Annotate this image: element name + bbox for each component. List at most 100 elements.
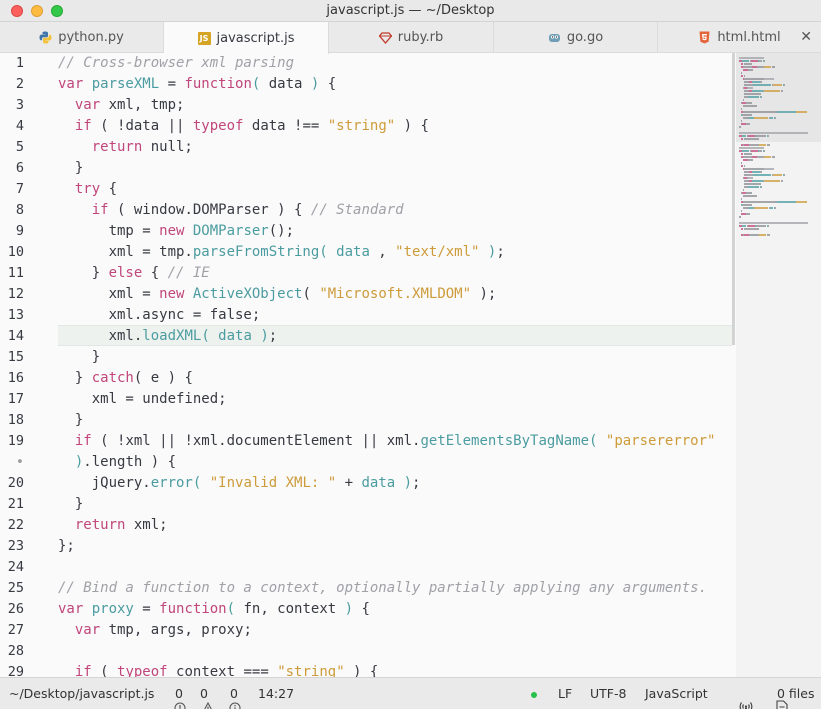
- info-count[interactable]: 0: [230, 686, 238, 701]
- code-line[interactable]: xml = tmp.parseFromString( data , "text/…: [58, 242, 505, 263]
- minimap-line: [742, 189, 744, 191]
- code-token: }: [58, 496, 84, 512]
- code-line[interactable]: xml.async = false;: [58, 305, 261, 326]
- code-line[interactable]: if ( window.DOMParser ) { // Standard: [58, 200, 404, 221]
- minimap-line: [739, 216, 741, 218]
- minimap-line: [741, 60, 749, 62]
- minimap-line: [759, 171, 763, 173]
- line-number: 6: [15, 160, 24, 176]
- minimap-line: [742, 201, 777, 203]
- code-line[interactable]: var proxy = function( fn, context ) {: [58, 599, 370, 620]
- tab-html[interactable]: html.html ✕: [658, 22, 821, 53]
- code-line[interactable]: xml = new ActiveXObject( "Microsoft.XMLD…: [58, 284, 497, 305]
- minimap-line: [741, 150, 749, 152]
- code-line[interactable]: }: [58, 158, 83, 179]
- code-token: }: [58, 160, 84, 176]
- code-line[interactable]: xml.loadXML( data );: [58, 326, 278, 347]
- code-line[interactable]: try {: [58, 179, 117, 200]
- code-line[interactable]: // Bind a function to a context, optiona…: [58, 578, 707, 599]
- line-number: 8: [15, 202, 24, 218]
- minimap-line: [741, 114, 752, 116]
- code-token: (: [589, 433, 606, 449]
- minimap-line: [748, 69, 753, 71]
- minimap-line: [739, 132, 809, 134]
- minimap[interactable]: [736, 53, 821, 677]
- code-line[interactable]: if ( !data || typeof data !== "string" )…: [58, 116, 429, 137]
- tab-javascript[interactable]: JS javascript.js: [164, 22, 329, 54]
- minimap-line: [748, 87, 753, 89]
- minimap-line: [748, 177, 753, 179]
- code-token: ( window.DOMParser ) {: [117, 202, 311, 218]
- minimap-line: [748, 225, 756, 227]
- code-token: xml.async = false;: [58, 307, 261, 323]
- code-token: else: [108, 265, 151, 281]
- line-number: 19: [7, 433, 24, 449]
- minimap-line: [748, 159, 753, 161]
- file-path[interactable]: ~/Desktop/javascript.js: [9, 686, 154, 701]
- code-token: var: [58, 622, 109, 638]
- code-line[interactable]: // Cross-browser xml parsing: [58, 53, 294, 74]
- minimap-line: [776, 201, 795, 203]
- minimap-line: [750, 150, 758, 152]
- line-ending[interactable]: LF: [558, 686, 572, 701]
- code-line[interactable]: if ( !xml || !xml.documentElement || xml…: [58, 431, 716, 452]
- code-line[interactable]: tmp = new DOMParser();: [58, 221, 294, 242]
- minimap-line: [769, 207, 774, 209]
- code-line[interactable]: } else { // IE: [58, 263, 210, 284]
- line-number: 22: [7, 517, 24, 533]
- code-line[interactable]: }: [58, 410, 83, 431]
- minimap-line: [739, 222, 809, 224]
- minimap-line: [740, 198, 742, 200]
- code-line[interactable]: var parseXML = function( data ) {: [58, 74, 336, 95]
- vertical-scrollbar[interactable]: [732, 53, 735, 345]
- line-number: 12: [7, 286, 24, 302]
- code-line[interactable]: } catch( e ) {: [58, 368, 193, 389]
- tab-python[interactable]: python.py: [0, 22, 164, 53]
- code-line[interactable]: if ( typeof context === "string" ) {: [58, 662, 379, 677]
- error-count[interactable]: 0: [175, 686, 183, 701]
- code-token: };: [58, 538, 75, 554]
- code-line[interactable]: };: [58, 536, 75, 557]
- minimap-line: [766, 234, 770, 236]
- code-line[interactable]: }: [58, 347, 100, 368]
- warning-count[interactable]: 0: [200, 686, 208, 701]
- code-line[interactable]: xml = undefined;: [58, 389, 227, 410]
- code-token: // Cross-browser xml parsing: [58, 55, 295, 71]
- code-token: typeof: [117, 664, 177, 677]
- python-icon: [39, 31, 52, 44]
- tab-label: ruby.rb: [397, 30, 444, 45]
- file-encoding[interactable]: UTF-8: [590, 686, 626, 701]
- minimap-line: [739, 57, 765, 59]
- code-line[interactable]: }: [58, 494, 83, 515]
- code-editor[interactable]: // Cross-browser xml parsing var parseXML…: [44, 53, 732, 677]
- cursor-position[interactable]: 14:27: [258, 686, 294, 701]
- minimap-line: [743, 228, 759, 230]
- tab-ruby[interactable]: ruby.rb: [329, 22, 494, 53]
- code-line[interactable]: var tmp, args, proxy;: [58, 620, 252, 641]
- minimap-line: [753, 84, 767, 86]
- code-line[interactable]: var xml, tmp;: [58, 95, 185, 116]
- code-line[interactable]: return null;: [58, 137, 193, 158]
- tab-go[interactable]: go.go: [494, 22, 658, 53]
- git-files-count[interactable]: 0 files: [777, 686, 814, 701]
- close-tab-icon[interactable]: ✕: [800, 29, 812, 45]
- code-token: xml.: [58, 328, 143, 344]
- line-number: 26: [7, 601, 24, 617]
- code-line[interactable]: jQuery.error( "Invalid XML: " + data );: [58, 473, 421, 494]
- code-token: xml = undefined;: [58, 391, 227, 407]
- code-token: ): [395, 475, 413, 491]
- code-token: ( !xml || !xml.documentElement || xml.: [100, 433, 421, 449]
- code-token: ) {: [344, 664, 379, 677]
- code-line[interactable]: ).length ) {: [58, 452, 176, 473]
- grammar-selector[interactable]: JavaScript: [645, 686, 708, 701]
- code-line[interactable]: return xml;: [58, 515, 168, 536]
- minimap-line: [758, 234, 766, 236]
- line-number: 1: [15, 55, 24, 71]
- code-token: );: [471, 286, 497, 302]
- broadcast-icon[interactable]: [722, 685, 754, 709]
- minimap-line: [755, 186, 759, 188]
- window-title: javascript.js — ~/Desktop: [326, 3, 495, 18]
- line-number: 13: [7, 307, 24, 323]
- code-token: xml =: [58, 286, 160, 302]
- tab-label: html.html: [717, 30, 781, 45]
